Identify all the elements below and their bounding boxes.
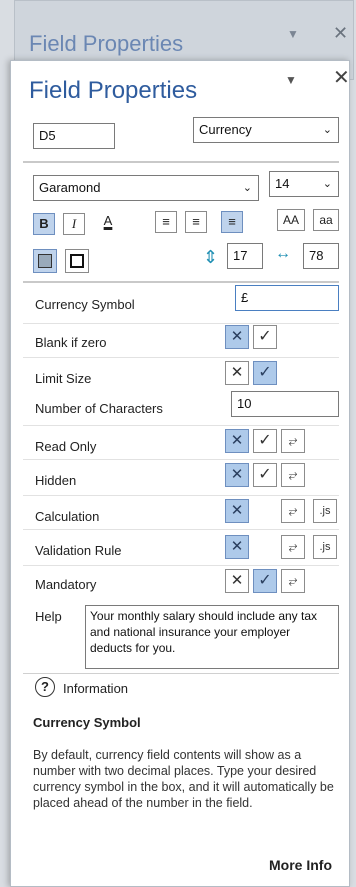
mandatory-label: Mandatory [35,577,97,592]
width-icon: ↔ [275,245,291,262]
field-properties-panel: Field Properties ▼ ✕ D5 Currency ⌄ Garam… [10,60,350,887]
background-panel-title: Field Properties [29,31,184,56]
number-of-characters-input[interactable]: 10 [231,391,339,417]
help-label: Help [35,609,62,624]
read-only-label: Read Only [35,439,97,454]
currency-symbol-label: Currency Symbol [35,297,135,312]
calculation-label: Calculation [35,509,100,524]
align-left-icon: ≡ [162,214,170,229]
mandatory-yes-button[interactable]: ✓ [253,569,277,593]
help-textarea[interactable]: Your monthly salary should include any t… [85,605,339,669]
close-icon[interactable]: ✕ [333,65,350,90]
calculation-script-button[interactable]: ⥂ [281,499,305,523]
hidden-yes-button[interactable]: ✓ [253,463,277,487]
align-right-icon: ≡ [228,214,236,229]
read-only-script-button[interactable]: ⥂ [281,429,305,453]
mandatory-no-button[interactable]: ✕ [225,569,249,593]
field-type-value: Currency [199,122,252,137]
align-center-button[interactable]: ≡ [185,211,207,233]
divider [23,459,339,460]
limit-size-yes-button[interactable]: ✓ [253,361,277,385]
panel-title: Field Properties [29,77,198,104]
divider [23,323,339,324]
chevron-down-icon[interactable]: ▼ [285,73,297,87]
divider [23,281,339,283]
border-icon [70,254,84,268]
height-icon: ⇕ [203,247,219,267]
field-name-input[interactable]: D5 [33,123,115,149]
divider [23,495,339,496]
height-input[interactable]: 17 [227,243,263,269]
question-icon: ? [35,677,55,697]
mandatory-script-button[interactable]: ⥂ [281,569,305,593]
font-name-value: Garamond [39,180,101,195]
calculation-no-button[interactable]: ✕ [225,499,249,523]
font-size-value: 14 [275,176,290,191]
read-only-yes-button[interactable]: ✓ [253,429,277,453]
divider [23,161,339,163]
font-size-select[interactable]: 14 ⌄ [269,171,339,197]
blank-if-zero-label: Blank if zero [35,335,107,350]
width-input[interactable]: 78 [303,243,339,269]
currency-symbol-input[interactable]: £ [235,285,339,311]
align-left-button[interactable]: ≡ [155,211,177,233]
lowercase-button[interactable]: aa [313,209,339,231]
calculation-js-button[interactable]: .js [313,499,337,523]
limit-size-label: Limit Size [35,371,92,386]
information-body: By default, currency field contents will… [33,748,334,810]
bold-button[interactable]: B [33,213,55,235]
blank-if-zero-yes-button[interactable]: ✓ [253,325,277,349]
hidden-no-button[interactable]: ✕ [225,463,249,487]
chevron-down-icon: ⌄ [322,124,332,136]
validation-rule-js-button[interactable]: .js [313,535,337,559]
fill-color-button[interactable] [33,249,57,273]
validation-rule-no-button[interactable]: ✕ [225,535,249,559]
close-icon[interactable]: ✕ [333,23,348,44]
limit-size-no-button[interactable]: ✕ [225,361,249,385]
more-info-link[interactable]: More Info [269,857,332,873]
font-name-select[interactable]: Garamond ⌄ [33,175,259,201]
align-right-button[interactable]: ≡ [221,211,243,233]
validation-rule-label: Validation Rule [35,543,122,558]
uppercase-button[interactable]: AA [277,209,305,231]
hidden-script-button[interactable]: ⥂ [281,463,305,487]
divider [23,357,339,358]
divider [23,425,339,426]
field-type-select[interactable]: Currency ⌄ [193,117,339,143]
italic-button[interactable]: I [63,213,85,235]
hidden-label: Hidden [35,473,77,488]
divider [23,565,339,566]
chevron-down-icon[interactable]: ▼ [287,27,299,41]
chevron-down-icon: ⌄ [242,182,252,194]
validation-rule-script-button[interactable]: ⥂ [281,535,305,559]
align-center-icon: ≡ [192,214,200,229]
fill-color-icon [38,254,52,268]
text-color-button[interactable]: A [97,211,119,233]
information-heading: Currency Symbol [33,715,141,730]
read-only-no-button[interactable]: ✕ [225,429,249,453]
divider [23,529,339,530]
border-button[interactable] [65,249,89,273]
information-label: Information [63,681,129,696]
number-of-characters-label: Number of Characters [35,401,163,416]
chevron-down-icon: ⌄ [322,178,332,190]
blank-if-zero-no-button[interactable]: ✕ [225,325,249,349]
divider [23,673,339,674]
